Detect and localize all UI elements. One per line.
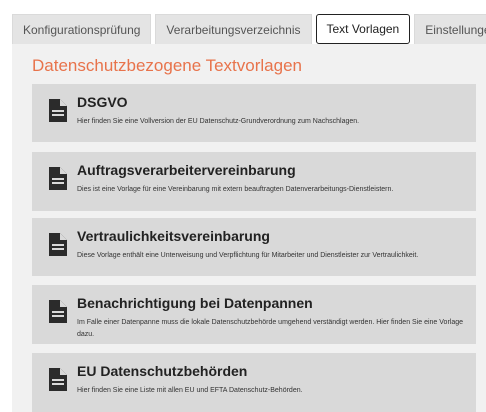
card-title: EU Datenschutzbehörden <box>77 363 248 379</box>
template-card-benachrichtigung-datenpannen[interactable]: Benachrichtigung bei Datenpannen Im Fall… <box>32 285 476 344</box>
template-card-vertraulichkeitsvereinbarung[interactable]: Vertraulichkeitsvereinbarung Diese Vorla… <box>32 218 476 276</box>
template-card-eu-datenschutzbehoerden[interactable]: EU Datenschutzbehörden Hier finden Sie e… <box>32 353 476 412</box>
card-description: Hier finden Sie eine Vollversion der EU … <box>77 118 360 125</box>
page-title: Datenschutzbezogene Textvorlagen <box>32 56 302 75</box>
tab-einstellungen[interactable]: Einstellungen <box>414 14 486 44</box>
template-card-auftragsverarbeitervereinbarung[interactable]: Auftragsverarbeitervereinbarung Dies ist… <box>32 152 476 211</box>
template-card-dsgvo[interactable]: DSGVO Hier finden Sie eine Vollversion d… <box>32 84 476 142</box>
tab-text-vorlagen[interactable]: Text Vorlagen <box>315 14 411 44</box>
tab-bar: Konfigurationsprüfung Verarbeitungsverze… <box>12 14 486 44</box>
document-icon <box>49 300 67 323</box>
card-description: Diese Vorlage enthält eine Unterweisung … <box>77 252 419 259</box>
card-description: Dies ist eine Vorlage für eine Vereinbar… <box>77 186 394 193</box>
card-title: Benachrichtigung bei Datenpannen <box>77 295 313 311</box>
document-icon <box>49 368 67 391</box>
card-title: Vertraulichkeitsvereinbarung <box>77 228 270 244</box>
tab-verarbeitungsverzeichnis[interactable]: Verarbeitungsverzeichnis <box>155 14 312 44</box>
card-title: DSGVO <box>77 94 128 110</box>
document-icon <box>49 167 67 190</box>
card-title: Auftragsverarbeitervereinbarung <box>77 162 296 178</box>
document-icon <box>49 233 67 256</box>
tab-konfigurationspruefung[interactable]: Konfigurationsprüfung <box>12 14 152 44</box>
document-icon <box>49 99 67 122</box>
templates-panel: Datenschutzbezogene Textvorlagen DSGVO H… <box>12 44 486 412</box>
card-description: Im Falle einer Datenpanne muss die lokal… <box>77 319 464 338</box>
card-description: Hier finden Sie eine Liste mit allen EU … <box>77 387 303 394</box>
